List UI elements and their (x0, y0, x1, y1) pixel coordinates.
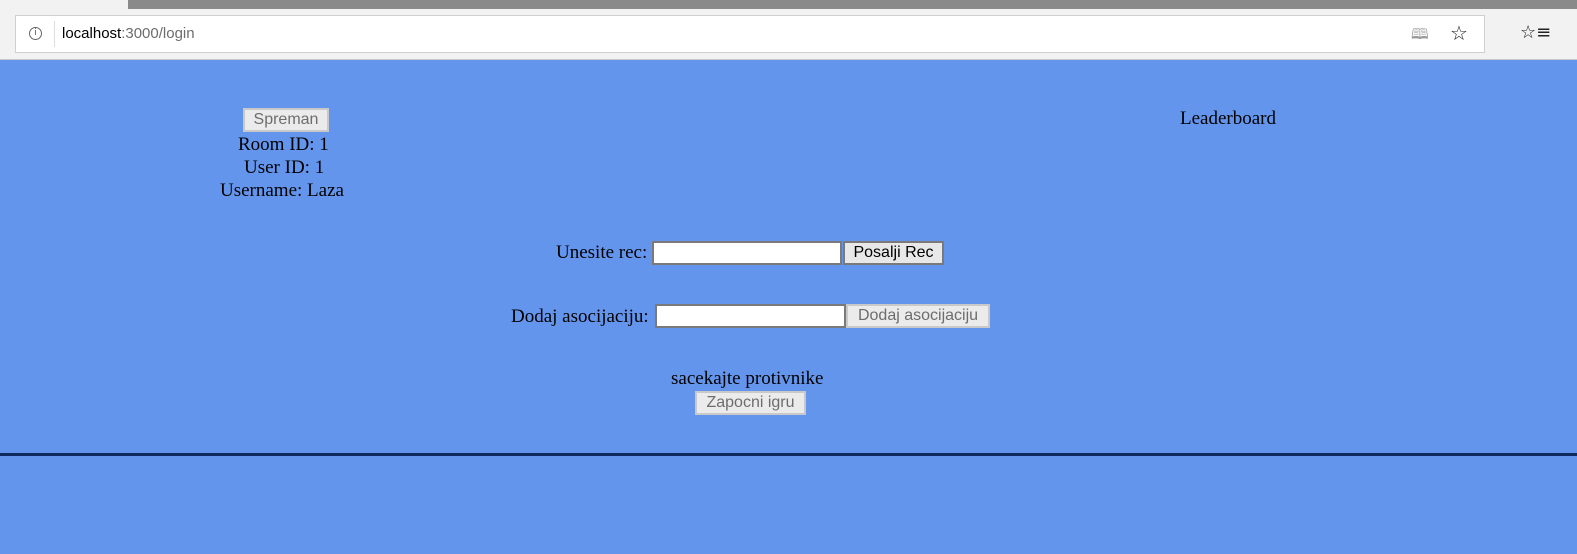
username-text: Username: Laza (220, 180, 344, 201)
association-label: Dodaj asocijaciju: (511, 306, 649, 327)
ready-button[interactable]: Spreman (243, 108, 329, 132)
send-word-button[interactable]: Posalji Rec (843, 241, 944, 265)
add-association-button[interactable]: Dodaj asocijaciju (846, 304, 990, 328)
leaderboard-title: Leaderboard (1180, 108, 1276, 129)
page-divider (0, 453, 1577, 456)
inactive-tab-area (128, 0, 1577, 9)
association-input[interactable] (655, 304, 846, 328)
tab-strip (0, 0, 1577, 12)
address-separator (54, 21, 55, 47)
address-bar[interactable]: i localhost:3000/login 🕮 ☆ (15, 15, 1485, 53)
info-icon[interactable]: i (29, 27, 42, 40)
browser-toolbar: i localhost:3000/login 🕮 ☆ ☆≡ (0, 12, 1577, 60)
waiting-message: sacekajte protivnike (671, 368, 824, 389)
url-text[interactable]: localhost:3000/login (62, 25, 195, 42)
start-game-button[interactable]: Zapocni igru (695, 391, 806, 415)
word-input[interactable] (652, 241, 842, 265)
star-icon[interactable]: ☆ (1450, 22, 1472, 44)
user-id-text: User ID: 1 (244, 157, 325, 178)
reading-view-icon[interactable]: 🕮 (1411, 25, 1431, 43)
word-label: Unesite rec: (556, 242, 648, 263)
favorites-icon[interactable]: ☆≡ (1520, 22, 1551, 44)
url-path: :3000/login (121, 25, 195, 42)
room-id-text: Room ID: 1 (238, 134, 329, 155)
url-host: localhost (62, 25, 122, 42)
